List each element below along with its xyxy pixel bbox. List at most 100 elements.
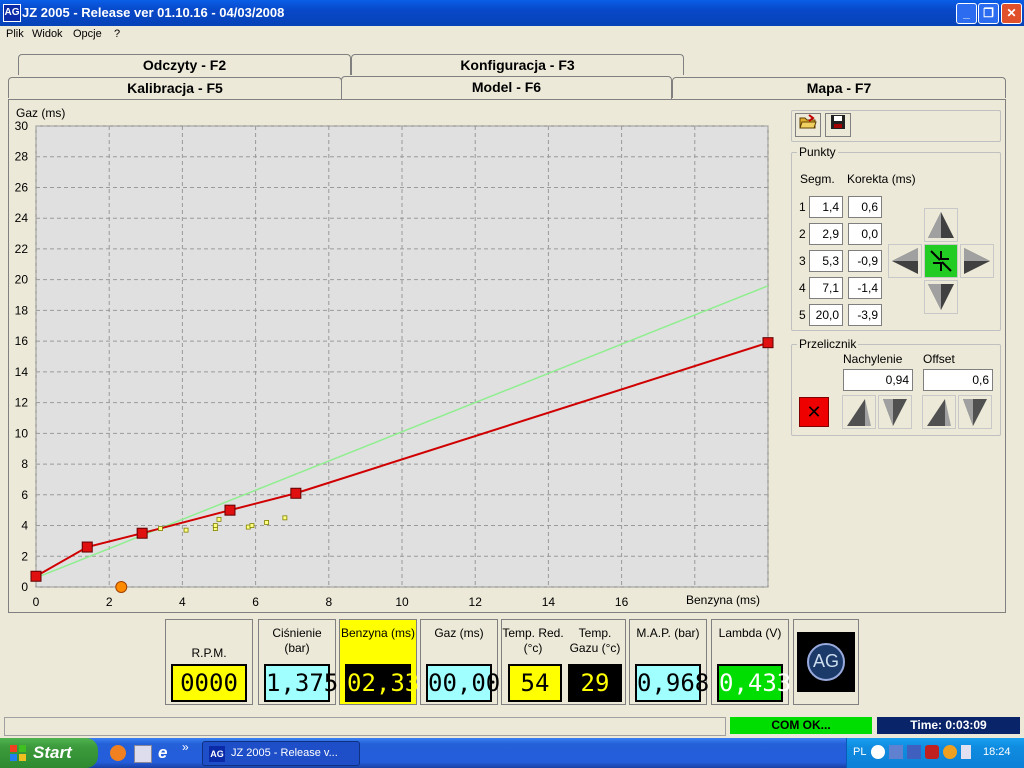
slope-up-button[interactable] — [842, 395, 876, 429]
save-button[interactable] — [825, 113, 851, 137]
gauge-label: Temp. Gazu (°c) — [569, 626, 621, 655]
start-button[interactable]: Start — [0, 738, 98, 768]
offset-label: Offset — [923, 352, 955, 366]
temperature-box: Temp. Red. (°c) 54 Temp. Gazu (°c) 29 — [501, 619, 626, 705]
segment-column-label: Segm. — [800, 172, 835, 186]
taskbar-app-label: JZ 2005 - Release v... — [231, 747, 338, 759]
correction-field[interactable]: 0,0 — [848, 223, 882, 245]
tab-odczyty[interactable]: Odczyty - F2 — [18, 54, 351, 75]
move-up-button[interactable] — [924, 208, 958, 242]
tray-display-icon[interactable] — [907, 745, 921, 759]
maximize-button[interactable]: ❐ — [978, 3, 999, 24]
point-index: 4 — [799, 281, 806, 295]
y-tick-label: 22 — [15, 242, 29, 256]
sample-point — [212, 523, 218, 528]
triangle-up-icon — [847, 399, 871, 426]
arrow-right-icon — [964, 248, 990, 274]
open-button[interactable] — [795, 113, 821, 137]
x-tick-label: 4 — [179, 595, 186, 609]
slope-label: Nachylenie — [843, 352, 903, 366]
tray-update-icon[interactable] — [943, 745, 957, 759]
y-tick-label: 2 — [21, 549, 28, 563]
gauge-value: 02,33 — [345, 664, 419, 702]
y-tick-label: 14 — [15, 365, 29, 379]
tray-shield-icon[interactable] — [925, 745, 939, 759]
tab-mapa[interactable]: Mapa - F7 — [672, 77, 1006, 98]
correction-field[interactable]: -0,9 — [848, 250, 882, 272]
minimize-button[interactable]: _ — [956, 3, 977, 24]
x-tick-label: 10 — [395, 595, 409, 609]
gauge-value: 54 — [508, 664, 562, 702]
curve-point — [136, 527, 148, 539]
tab-konfiguracja[interactable]: Konfiguracja - F3 — [351, 54, 684, 75]
segment-field[interactable]: 20,0 — [809, 304, 843, 326]
offset-up-button[interactable] — [922, 395, 956, 429]
segment-field[interactable]: 1,4 — [809, 196, 843, 218]
close-button[interactable]: ✕ — [1001, 3, 1022, 24]
menu-bar: Plik Widok Opcje ? — [0, 26, 1024, 44]
arrow-up-icon — [928, 212, 954, 238]
slope-field[interactable]: 0,94 — [843, 369, 913, 391]
tab-kalibracja[interactable]: Kalibracja - F5 — [8, 77, 342, 98]
segment-field[interactable]: 5,3 — [809, 250, 843, 272]
offset-field[interactable]: 0,6 — [923, 369, 993, 391]
x-tick-label: 16 — [615, 595, 629, 609]
segment-field[interactable]: 7,1 — [809, 277, 843, 299]
x-tick-label: 8 — [325, 595, 332, 609]
move-left-button[interactable] — [888, 244, 922, 278]
gauge-6: M.A.P. (bar) 0,968 — [629, 619, 709, 705]
sample-point — [216, 516, 222, 522]
y-tick-label: 4 — [21, 519, 28, 533]
y-tick-label: 26 — [15, 180, 29, 194]
correction-field[interactable]: -1,4 — [848, 277, 882, 299]
x-tick-label: 2 — [106, 595, 113, 609]
correction-field[interactable]: -3,9 — [848, 304, 882, 326]
com-status: COM OK... — [730, 717, 872, 734]
gauge-value: 0,968 — [635, 664, 709, 702]
gauge-label: R.P.M. — [191, 646, 227, 660]
y-tick-label: 24 — [15, 211, 29, 225]
language-indicator[interactable]: PL — [853, 746, 866, 758]
status-panel — [4, 717, 726, 736]
firefox-icon[interactable] — [110, 745, 126, 761]
quicklaunch-more-icon[interactable]: » — [182, 740, 189, 754]
clock: 18:24 — [983, 746, 1011, 758]
tray-back-icon[interactable] — [871, 745, 885, 759]
collapse-arrows-icon — [930, 250, 952, 272]
tray-network-icon[interactable] — [889, 745, 903, 759]
ag-logo: AG — [797, 632, 855, 692]
menu-help[interactable]: ? — [114, 28, 120, 40]
window-title: JZ 2005 - Release ver 01.10.16 - 04/03/2… — [22, 5, 285, 20]
elapsed-time: Time: 0:03:09 — [877, 717, 1020, 734]
x-tick-label: 14 — [542, 595, 556, 609]
segment-field[interactable]: 2,9 — [809, 223, 843, 245]
ie-icon[interactable]: e — [158, 743, 167, 763]
y-tick-label: 12 — [15, 396, 29, 410]
app-icon: AG — [209, 746, 225, 762]
points-title: Punkty — [797, 145, 838, 159]
sample-point — [282, 515, 288, 521]
center-button[interactable] — [924, 244, 958, 278]
move-right-button[interactable] — [960, 244, 994, 278]
gauge-label: Lambda (V) — [718, 626, 782, 640]
menu-plik[interactable]: Plik — [6, 28, 24, 40]
slope-down-button[interactable] — [878, 395, 912, 429]
offset-down-button[interactable] — [958, 395, 992, 429]
close-icon: ✕ — [806, 402, 822, 422]
tab-model[interactable]: Model - F6 — [341, 76, 672, 99]
taskbar-app-button[interactable]: AG JZ 2005 - Release v... — [202, 741, 360, 766]
menu-opcje[interactable]: Opcje — [73, 28, 102, 40]
point-index: 5 — [799, 308, 806, 322]
app-icon: AG — [3, 4, 21, 22]
menu-widok[interactable]: Widok — [32, 28, 63, 40]
tray-device-icon[interactable] — [961, 745, 971, 759]
gauge-label: Gaz (ms) — [434, 626, 484, 640]
title-bar: AG JZ 2005 - Release ver 01.10.16 - 04/0… — [0, 0, 1024, 26]
desktop-icon[interactable] — [134, 745, 152, 763]
model-chart[interactable]: 0246810121416182022242628300 2 4 6 8 10 12 14 16 — [0, 100, 790, 612]
move-down-button[interactable] — [924, 280, 958, 314]
point-index: 3 — [799, 254, 806, 268]
correction-field[interactable]: 0,6 — [848, 196, 882, 218]
reset-button[interactable]: ✕ — [799, 397, 829, 427]
point-index: 1 — [799, 200, 806, 214]
